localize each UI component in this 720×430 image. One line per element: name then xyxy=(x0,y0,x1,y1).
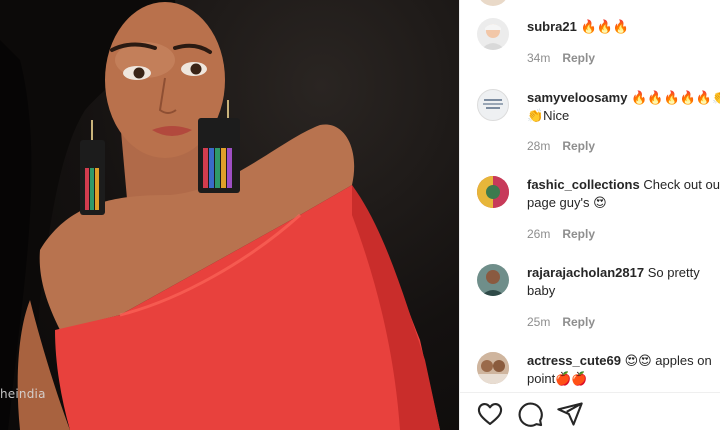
comment-meta: 25m Reply xyxy=(527,315,595,329)
reply-button[interactable]: Reply xyxy=(562,315,595,329)
comment-username[interactable]: rajarajacholan2817 xyxy=(527,265,644,280)
comment-time: 25m xyxy=(527,315,551,329)
comments-panel: subra21 🔥🔥🔥 34m Reply samyveloosamy 🔥🔥🔥🔥🔥… xyxy=(459,0,720,430)
comment-body: 🔥🔥🔥🔥🔥👏👏 xyxy=(631,90,720,105)
heart-icon[interactable] xyxy=(476,400,504,428)
comment-time: 26m xyxy=(527,227,551,241)
comment-time: 28m xyxy=(527,139,551,153)
reply-button[interactable]: Reply xyxy=(562,139,595,153)
comment-username[interactable]: samyveloosamy xyxy=(527,90,627,105)
comment-text: fashic_collections Check out our page gu… xyxy=(527,176,720,212)
woman-portrait-image xyxy=(0,0,440,430)
avatar[interactable] xyxy=(477,352,509,384)
avatar[interactable] xyxy=(477,176,509,208)
comment-username[interactable]: actress_cute69 xyxy=(527,353,621,368)
comment-body: 😍😍 apples on xyxy=(624,353,712,368)
avatar[interactable] xyxy=(477,0,509,6)
comment-body-line2: page guy's 😍 xyxy=(527,195,607,210)
comment-meta: 26m Reply xyxy=(527,227,595,241)
comment-body: Check out our xyxy=(643,177,720,192)
reply-button[interactable]: Reply xyxy=(562,51,595,65)
comment-body: So pretty xyxy=(647,265,700,280)
comment-meta: 34m Reply xyxy=(527,51,595,65)
avatar[interactable] xyxy=(477,89,509,121)
comment-username[interactable]: fashic_collections xyxy=(527,177,640,192)
comment-username[interactable]: subra21 xyxy=(527,19,577,34)
comment-body-line2: point🍎🍎 xyxy=(527,371,588,386)
comment-body-line2: 👏Nice xyxy=(527,108,570,123)
comment-text: samyveloosamy 🔥🔥🔥🔥🔥👏👏 👏Nice xyxy=(527,89,720,125)
reply-button[interactable]: Reply xyxy=(562,227,595,241)
share-icon[interactable] xyxy=(556,400,584,428)
avatar[interactable] xyxy=(477,264,509,296)
comment-meta: 28m Reply xyxy=(527,139,595,153)
comment-text: rajarajacholan2817 So pretty baby xyxy=(527,264,720,300)
comment-text: subra21 🔥🔥🔥 xyxy=(527,18,720,36)
comment-text: actress_cute69 😍😍 apples on point🍎🍎 xyxy=(527,352,720,388)
post-action-bar xyxy=(460,392,720,430)
photo-watermark: heindia xyxy=(0,387,46,401)
post-photo: heindia xyxy=(0,0,459,430)
comment-icon[interactable] xyxy=(516,400,544,428)
comment-body-line2: baby xyxy=(527,283,556,298)
avatar[interactable] xyxy=(477,18,509,50)
comment-time: 34m xyxy=(527,51,551,65)
comment-list[interactable]: subra21 🔥🔥🔥 34m Reply samyveloosamy 🔥🔥🔥🔥🔥… xyxy=(460,0,720,392)
comment-body: 🔥🔥🔥 xyxy=(580,19,630,34)
